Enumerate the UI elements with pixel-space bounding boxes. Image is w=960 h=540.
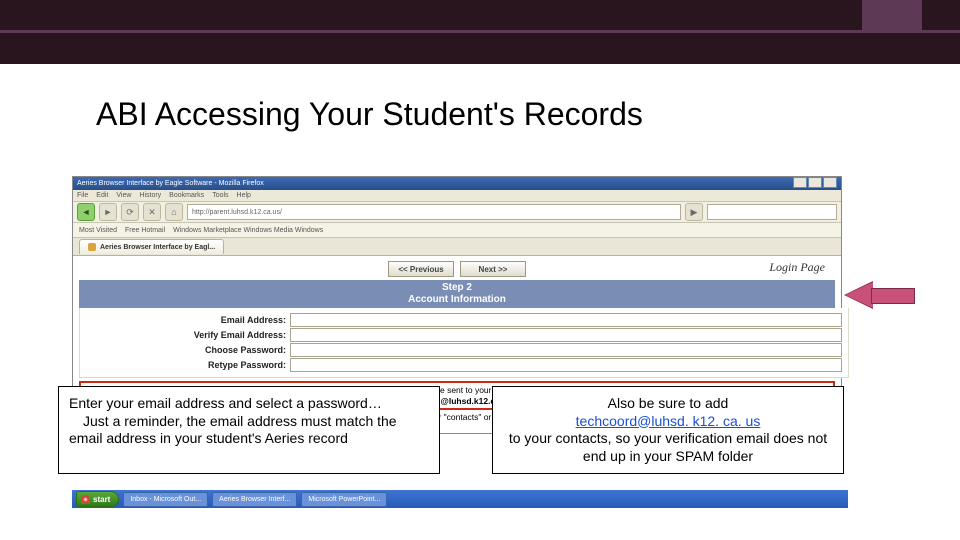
label-retype-password: Retype Password:: [86, 360, 290, 370]
callout-left-line1: Enter your email address and select a pa…: [69, 395, 429, 413]
menu-view[interactable]: View: [116, 192, 131, 199]
active-tab[interactable]: Aeries Browser Interface by Eagl...: [79, 239, 224, 254]
input-retype-password[interactable]: [290, 358, 842, 372]
step-line-1: Step 2: [79, 282, 835, 294]
stop-button[interactable]: ✕: [143, 203, 161, 221]
login-page-label: Login Page: [769, 260, 825, 275]
menu-history[interactable]: History: [139, 192, 161, 199]
callouts: Enter your email address and select a pa…: [58, 386, 868, 474]
address-bar[interactable]: http://parent.luhsd.k12.ca.us/: [187, 204, 681, 220]
forward-button[interactable]: ►: [99, 203, 117, 221]
menu-bookmarks[interactable]: Bookmarks: [169, 192, 204, 199]
task-powerpoint[interactable]: Microsoft PowerPoint...: [301, 492, 387, 507]
callout-right-link[interactable]: techcoord@luhsd. k12. ca. us: [576, 413, 761, 429]
label-choose-password: Choose Password:: [86, 345, 290, 355]
reload-button[interactable]: ⟳: [121, 203, 139, 221]
menu-help[interactable]: Help: [237, 192, 251, 199]
accent-line: [0, 30, 960, 33]
bookmark-mostvisited[interactable]: Most Visited: [79, 227, 117, 234]
callout-right-line1: Also be sure to add: [503, 395, 833, 413]
start-button[interactable]: start: [76, 491, 119, 507]
tab-label: Aeries Browser Interface by Eagl...: [100, 244, 215, 251]
tab-bar: Aeries Browser Interface by Eagl...: [73, 238, 841, 256]
callout-left-line2: Just a reminder, the email address must …: [69, 413, 429, 448]
window-buttons[interactable]: [792, 177, 837, 190]
callout-right-line2: to your contacts, so your verification e…: [503, 430, 833, 465]
search-box[interactable]: [707, 204, 837, 220]
browser-toolbar: ◄ ► ⟳ ✕ ⌂ http://parent.luhsd.k12.ca.us/…: [73, 202, 841, 223]
label-email: Email Address:: [86, 315, 290, 325]
menu-tools[interactable]: Tools: [212, 192, 228, 199]
start-label: start: [93, 495, 110, 504]
go-button[interactable]: ▶: [685, 203, 703, 221]
callout-left: Enter your email address and select a pa…: [58, 386, 440, 474]
windows-taskbar: start Inbox - Microsoft Out... Aeries Br…: [72, 490, 848, 508]
step-line-2: Account Information: [79, 294, 835, 306]
input-choose-password[interactable]: [290, 343, 842, 357]
task-outlook[interactable]: Inbox - Microsoft Out...: [123, 492, 208, 507]
account-form: Email Address: Verify Email Address: Cho…: [79, 308, 849, 378]
input-verify-email[interactable]: [290, 328, 842, 342]
next-button[interactable]: Next >>: [460, 261, 526, 277]
previous-button[interactable]: << Previous: [388, 261, 454, 277]
back-button[interactable]: ◄: [77, 203, 95, 221]
step-header: Step 2 Account Information: [79, 280, 835, 308]
bookmarks-bar[interactable]: Most Visited Free Hotmail Windows Market…: [73, 223, 841, 238]
wizard-nav: << Previous Next >> Login Page: [79, 260, 835, 278]
address-text: http://parent.luhsd.k12.ca.us/: [192, 209, 282, 216]
label-verify-email: Verify Email Address:: [86, 330, 290, 340]
favicon-icon: [88, 243, 96, 251]
bookmark-more[interactable]: Windows Marketplace Windows Media Window…: [173, 227, 323, 234]
accent-tab: [862, 0, 922, 30]
input-email[interactable]: [290, 313, 842, 327]
browser-menu[interactable]: File Edit View History Bookmarks Tools H…: [73, 190, 841, 202]
windows-logo-icon: [81, 495, 90, 504]
slide-title: ABI Accessing Your Student's Records: [96, 96, 643, 133]
pointer-arrow: [845, 282, 915, 308]
task-aeries[interactable]: Aeries Browser Interf...: [212, 492, 297, 507]
home-button[interactable]: ⌂: [165, 203, 183, 221]
browser-window-title: Aeries Browser Interface by Eagle Softwa…: [77, 180, 264, 187]
browser-titlebar: Aeries Browser Interface by Eagle Softwa…: [73, 177, 841, 190]
bookmark-hotmail[interactable]: Free Hotmail: [125, 227, 165, 234]
menu-edit[interactable]: Edit: [96, 192, 108, 199]
menu-file[interactable]: File: [77, 192, 88, 199]
callout-right: Also be sure to add techcoord@luhsd. k12…: [492, 386, 844, 474]
